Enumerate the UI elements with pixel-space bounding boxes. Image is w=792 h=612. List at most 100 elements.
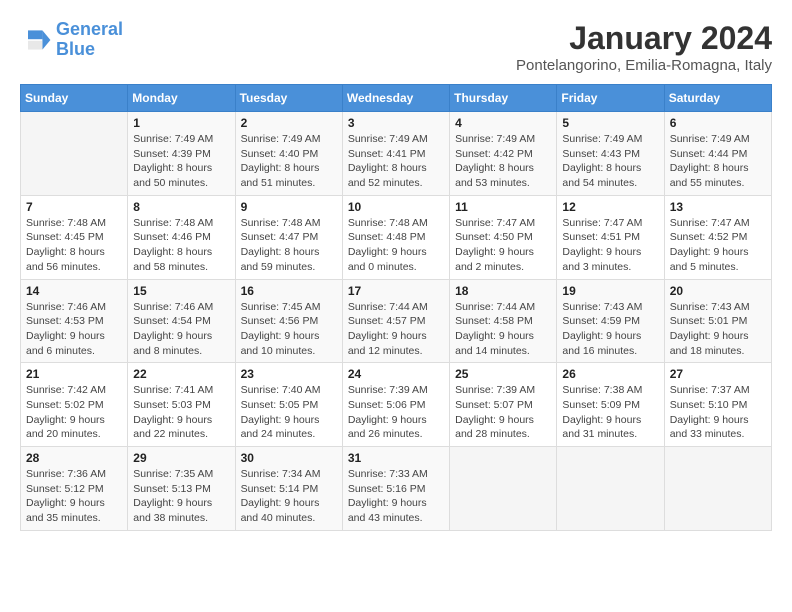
calendar-cell: 18 Sunrise: 7:44 AMSunset: 4:58 PMDayligh…: [450, 279, 557, 363]
calendar-cell: 22 Sunrise: 7:41 AMSunset: 5:03 PMDayligh…: [128, 363, 235, 447]
week-row-3: 14 Sunrise: 7:46 AMSunset: 4:53 PMDayligh…: [21, 279, 772, 363]
calendar-cell: [557, 447, 664, 531]
calendar-cell: 20 Sunrise: 7:43 AMSunset: 5:01 PMDayligh…: [664, 279, 771, 363]
day-info: Sunrise: 7:46 AMSunset: 4:54 PMDaylight:…: [133, 300, 229, 359]
day-number: 26: [562, 367, 658, 381]
calendar-cell: 28Sunrise: 7:36 AMSunset: 5:12 PMDayligh…: [21, 447, 128, 531]
day-number: 20: [670, 284, 766, 298]
day-info: Sunrise: 7:49 AMSunset: 4:40 PMDaylight:…: [241, 132, 337, 191]
page-header: General Blue January 2024 Pontelangorino…: [20, 20, 772, 74]
calendar-cell: 7Sunrise: 7:48 AMSunset: 4:45 PMDaylight…: [21, 195, 128, 279]
days-of-week-row: SundayMondayTuesdayWednesdayThursdayFrid…: [21, 85, 772, 112]
day-info: Sunrise: 7:47 AMSunset: 4:50 PMDaylight:…: [455, 216, 551, 275]
calendar-cell: 11 Sunrise: 7:47 AMSunset: 4:50 PMDayligh…: [450, 195, 557, 279]
day-info: Sunrise: 7:48 AMSunset: 4:45 PMDaylight:…: [26, 216, 122, 275]
day-info: Sunrise: 7:44 AMSunset: 4:57 PMDaylight:…: [348, 300, 444, 359]
day-number: 15: [133, 284, 229, 298]
day-info: Sunrise: 7:33 AMSunset: 5:16 PMDaylight:…: [348, 467, 444, 526]
calendar-cell: 16 Sunrise: 7:45 AMSunset: 4:56 PMDayligh…: [235, 279, 342, 363]
calendar-cell: 3Sunrise: 7:49 AMSunset: 4:41 PMDaylight…: [342, 112, 449, 196]
day-info: Sunrise: 7:42 AMSunset: 5:02 PMDaylight:…: [26, 383, 122, 442]
calendar-cell: 24Sunrise: 7:39 AMSunset: 5:06 PMDayligh…: [342, 363, 449, 447]
week-row-5: 28Sunrise: 7:36 AMSunset: 5:12 PMDayligh…: [21, 447, 772, 531]
calendar-cell: 4 Sunrise: 7:49 AMSunset: 4:42 PMDaylight…: [450, 112, 557, 196]
day-info: Sunrise: 7:39 AMSunset: 5:07 PMDaylight:…: [455, 383, 551, 442]
day-info: Sunrise: 7:49 AMSunset: 4:44 PMDaylight:…: [670, 132, 766, 191]
calendar-cell: 29 Sunrise: 7:35 AMSunset: 5:13 PMDayligh…: [128, 447, 235, 531]
day-info: Sunrise: 7:46 AMSunset: 4:53 PMDaylight:…: [26, 300, 122, 359]
day-number: 4: [455, 116, 551, 130]
calendar-cell: 5 Sunrise: 7:49 AMSunset: 4:43 PMDaylight…: [557, 112, 664, 196]
day-number: 21: [26, 367, 122, 381]
calendar-cell: 30 Sunrise: 7:34 AMSunset: 5:14 PMDayligh…: [235, 447, 342, 531]
day-of-week-saturday: Saturday: [664, 85, 771, 112]
day-number: 18: [455, 284, 551, 298]
day-info: Sunrise: 7:48 AMSunset: 4:46 PMDaylight:…: [133, 216, 229, 275]
day-info: Sunrise: 7:36 AMSunset: 5:12 PMDaylight:…: [26, 467, 122, 526]
calendar-cell: 25Sunrise: 7:39 AMSunset: 5:07 PMDayligh…: [450, 363, 557, 447]
day-info: Sunrise: 7:35 AMSunset: 5:13 PMDaylight:…: [133, 467, 229, 526]
title-block: January 2024 Pontelangorino, Emilia-Roma…: [516, 20, 772, 74]
day-info: Sunrise: 7:45 AMSunset: 4:56 PMDaylight:…: [241, 300, 337, 359]
day-of-week-wednesday: Wednesday: [342, 85, 449, 112]
day-info: Sunrise: 7:38 AMSunset: 5:09 PMDaylight:…: [562, 383, 658, 442]
day-number: 3: [348, 116, 444, 130]
day-info: Sunrise: 7:47 AMSunset: 4:52 PMDaylight:…: [670, 216, 766, 275]
day-number: 22: [133, 367, 229, 381]
day-of-week-tuesday: Tuesday: [235, 85, 342, 112]
calendar-cell: 9 Sunrise: 7:48 AMSunset: 4:47 PMDaylight…: [235, 195, 342, 279]
calendar-cell: 12Sunrise: 7:47 AMSunset: 4:51 PMDayligh…: [557, 195, 664, 279]
day-number: 31: [348, 451, 444, 465]
day-info: Sunrise: 7:49 AMSunset: 4:39 PMDaylight:…: [133, 132, 229, 191]
day-number: 27: [670, 367, 766, 381]
logo: General Blue: [20, 20, 123, 60]
calendar-cell: 21 Sunrise: 7:42 AMSunset: 5:02 PMDayligh…: [21, 363, 128, 447]
day-info: Sunrise: 7:40 AMSunset: 5:05 PMDaylight:…: [241, 383, 337, 442]
calendar-cell: [450, 447, 557, 531]
day-number: 1: [133, 116, 229, 130]
calendar-body: 1 Sunrise: 7:49 AMSunset: 4:39 PMDaylight…: [21, 112, 772, 531]
calendar-cell: 17 Sunrise: 7:44 AMSunset: 4:57 PMDayligh…: [342, 279, 449, 363]
day-info: Sunrise: 7:44 AMSunset: 4:58 PMDaylight:…: [455, 300, 551, 359]
calendar-cell: 27 Sunrise: 7:37 AMSunset: 5:10 PMDayligh…: [664, 363, 771, 447]
calendar-cell: 19 Sunrise: 7:43 AMSunset: 4:59 PMDayligh…: [557, 279, 664, 363]
day-number: 13: [670, 200, 766, 214]
calendar-cell: 2Sunrise: 7:49 AMSunset: 4:40 PMDaylight…: [235, 112, 342, 196]
day-number: 11: [455, 200, 551, 214]
day-number: 8: [133, 200, 229, 214]
day-info: Sunrise: 7:49 AMSunset: 4:43 PMDaylight:…: [562, 132, 658, 191]
calendar-cell: 10Sunrise: 7:48 AMSunset: 4:48 PMDayligh…: [342, 195, 449, 279]
day-info: Sunrise: 7:43 AMSunset: 5:01 PMDaylight:…: [670, 300, 766, 359]
day-number: 5: [562, 116, 658, 130]
day-number: 17: [348, 284, 444, 298]
calendar-cell: 8 Sunrise: 7:48 AMSunset: 4:46 PMDaylight…: [128, 195, 235, 279]
week-row-2: 7Sunrise: 7:48 AMSunset: 4:45 PMDaylight…: [21, 195, 772, 279]
day-number: 29: [133, 451, 229, 465]
day-of-week-sunday: Sunday: [21, 85, 128, 112]
day-info: Sunrise: 7:41 AMSunset: 5:03 PMDaylight:…: [133, 383, 229, 442]
day-info: Sunrise: 7:43 AMSunset: 4:59 PMDaylight:…: [562, 300, 658, 359]
day-info: Sunrise: 7:48 AMSunset: 4:47 PMDaylight:…: [241, 216, 337, 275]
day-info: Sunrise: 7:39 AMSunset: 5:06 PMDaylight:…: [348, 383, 444, 442]
calendar-cell: 26 Sunrise: 7:38 AMSunset: 5:09 PMDayligh…: [557, 363, 664, 447]
location-subtitle: Pontelangorino, Emilia-Romagna, Italy: [516, 57, 772, 74]
day-info: Sunrise: 7:34 AMSunset: 5:14 PMDaylight:…: [241, 467, 337, 526]
day-info: Sunrise: 7:49 AMSunset: 4:42 PMDaylight:…: [455, 132, 551, 191]
calendar-cell: 31 Sunrise: 7:33 AMSunset: 5:16 PMDayligh…: [342, 447, 449, 531]
week-row-1: 1 Sunrise: 7:49 AMSunset: 4:39 PMDaylight…: [21, 112, 772, 196]
day-of-week-thursday: Thursday: [450, 85, 557, 112]
calendar-cell: 14 Sunrise: 7:46 AMSunset: 4:53 PMDayligh…: [21, 279, 128, 363]
day-info: Sunrise: 7:47 AMSunset: 4:51 PMDaylight:…: [562, 216, 658, 275]
day-number: 14: [26, 284, 122, 298]
day-number: 19: [562, 284, 658, 298]
day-number: 10: [348, 200, 444, 214]
day-number: 30: [241, 451, 337, 465]
day-number: 16: [241, 284, 337, 298]
logo-text: General Blue: [56, 20, 123, 60]
day-info: Sunrise: 7:37 AMSunset: 5:10 PMDaylight:…: [670, 383, 766, 442]
day-number: 6: [670, 116, 766, 130]
calendar-cell: 6 Sunrise: 7:49 AMSunset: 4:44 PMDaylight…: [664, 112, 771, 196]
calendar-cell: [664, 447, 771, 531]
day-number: 9: [241, 200, 337, 214]
day-of-week-friday: Friday: [557, 85, 664, 112]
